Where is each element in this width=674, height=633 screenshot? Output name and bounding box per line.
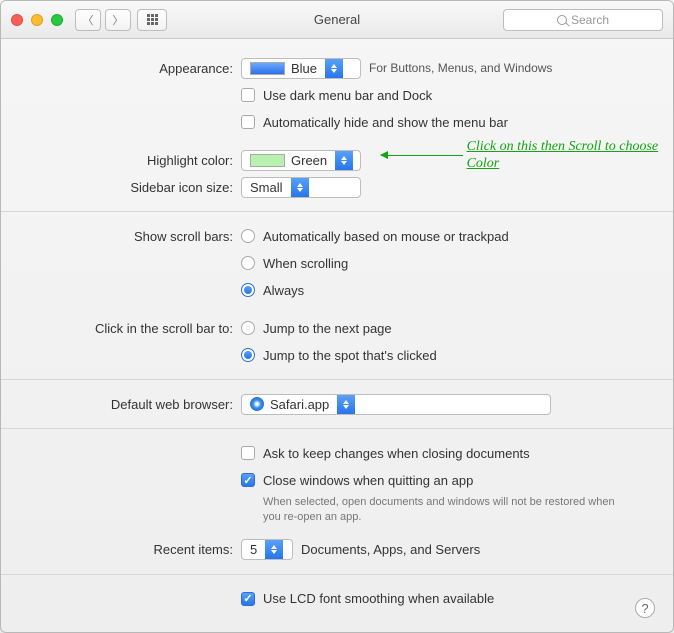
- divider: [1, 211, 673, 212]
- minimize-icon[interactable]: [31, 14, 43, 26]
- click-next-label: Jump to the next page: [263, 321, 392, 336]
- forward-button[interactable]: 〉: [105, 9, 131, 31]
- safari-icon: [250, 397, 264, 411]
- auto-hide-label: Automatically hide and show the menu bar: [263, 115, 508, 130]
- blue-swatch: [250, 62, 285, 75]
- zoom-icon[interactable]: [51, 14, 63, 26]
- sidebar-select[interactable]: Small: [241, 177, 361, 198]
- ask-label: Ask to keep changes when closing documen…: [263, 446, 530, 461]
- close-note: When selected, open documents and window…: [263, 495, 623, 525]
- arrow-icon: [381, 155, 463, 156]
- highlight-label: Highlight color:: [31, 153, 241, 168]
- scroll-when-label: When scrolling: [263, 256, 348, 271]
- preferences-window: 〈 〉 General Search Appearance: Blue For …: [0, 0, 674, 633]
- help-button[interactable]: ?: [635, 598, 655, 618]
- highlight-select[interactable]: Green: [241, 150, 361, 171]
- ask-checkbox[interactable]: [241, 446, 255, 460]
- stepper-icon: [335, 151, 353, 170]
- appearance-hint: For Buttons, Menus, and Windows: [369, 61, 552, 75]
- scroll-label: Show scroll bars:: [31, 229, 241, 244]
- divider: [1, 428, 673, 429]
- stepper-icon: [265, 540, 283, 559]
- dark-menu-label: Use dark menu bar and Dock: [263, 88, 432, 103]
- browser-select[interactable]: Safari.app: [241, 394, 551, 415]
- content: Appearance: Blue For Buttons, Menus, and…: [1, 39, 673, 626]
- sidebar-label: Sidebar icon size:: [31, 180, 241, 195]
- scroll-always-radio[interactable]: [241, 283, 255, 297]
- scroll-always-label: Always: [263, 283, 304, 298]
- annotation: Click on this then Scroll to choose Colo…: [381, 139, 673, 173]
- scroll-when-radio[interactable]: [241, 256, 255, 270]
- back-button[interactable]: 〈: [75, 9, 101, 31]
- recent-label: Recent items:: [31, 542, 241, 557]
- stepper-icon: [337, 395, 355, 414]
- close-checkbox[interactable]: [241, 473, 255, 487]
- green-swatch: [250, 154, 285, 167]
- browser-value: Safari.app: [270, 397, 329, 412]
- sidebar-value: Small: [250, 180, 283, 195]
- close-label: Close windows when quitting an app: [263, 473, 473, 488]
- auto-hide-checkbox[interactable]: [241, 115, 255, 129]
- appearance-value: Blue: [291, 61, 317, 76]
- click-next-radio[interactable]: [241, 321, 255, 335]
- chevron-right-icon: 〉: [113, 12, 124, 28]
- browser-label: Default web browser:: [31, 397, 241, 412]
- scroll-auto-radio[interactable]: [241, 229, 255, 243]
- click-spot-radio[interactable]: [241, 348, 255, 362]
- stepper-icon: [291, 178, 309, 197]
- lcd-checkbox[interactable]: [241, 592, 255, 606]
- annotation-text: Click on this then Scroll to choose Colo…: [467, 139, 673, 173]
- recent-hint: Documents, Apps, and Servers: [301, 542, 480, 557]
- stepper-icon: [325, 59, 343, 78]
- recent-select[interactable]: 5: [241, 539, 293, 560]
- divider: [1, 379, 673, 380]
- scroll-auto-label: Automatically based on mouse or trackpad: [263, 229, 509, 244]
- chevron-left-icon: 〈: [83, 12, 94, 28]
- window-title: General: [314, 12, 360, 27]
- divider: [1, 574, 673, 575]
- close-icon[interactable]: [11, 14, 23, 26]
- appearance-select[interactable]: Blue: [241, 58, 361, 79]
- click-label: Click in the scroll bar to:: [31, 321, 241, 336]
- appearance-label: Appearance:: [31, 61, 241, 76]
- window-controls: [11, 14, 63, 26]
- search-placeholder: Search: [571, 13, 609, 27]
- search-icon: [557, 15, 567, 25]
- highlight-value: Green: [291, 153, 327, 168]
- nav-buttons: 〈 〉: [75, 9, 131, 31]
- grid-icon: [147, 14, 158, 25]
- search-input[interactable]: Search: [503, 9, 663, 31]
- dark-menu-checkbox[interactable]: [241, 88, 255, 102]
- recent-value: 5: [250, 542, 257, 557]
- click-spot-label: Jump to the spot that's clicked: [263, 348, 437, 363]
- lcd-label: Use LCD font smoothing when available: [263, 591, 494, 606]
- show-all-button[interactable]: [137, 9, 167, 31]
- titlebar: 〈 〉 General Search: [1, 1, 673, 39]
